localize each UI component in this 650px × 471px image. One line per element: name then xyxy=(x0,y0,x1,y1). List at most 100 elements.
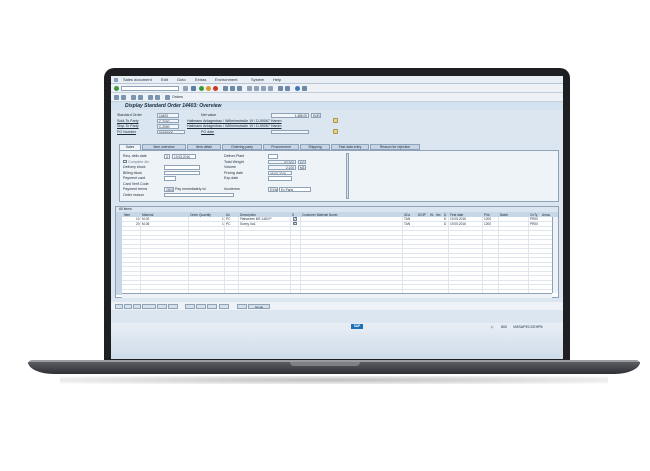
req-deliv-date-format[interactable]: D xyxy=(164,154,170,159)
table-horizontal-scrollbar[interactable] xyxy=(122,293,552,298)
orders-button[interactable]: Orders xyxy=(172,95,183,99)
total-weight-unit[interactable]: KG xyxy=(298,159,306,164)
configure-button[interactable] xyxy=(168,303,178,309)
sold-to-party-field[interactable]: C-2000 xyxy=(157,118,179,123)
po-date-field[interactable] xyxy=(271,129,309,134)
menu-edit[interactable]: Edit xyxy=(161,77,168,82)
table-vertical-scrollbar[interactable] xyxy=(552,217,558,293)
payment-terms-code[interactable]: ZB01 xyxy=(164,187,174,192)
standard-order-field[interactable]: 14403 xyxy=(157,113,179,118)
col-order-quantity[interactable]: Order Quantity xyxy=(190,213,211,217)
next-page-icon[interactable] xyxy=(261,85,266,91)
delivery-block-select[interactable] xyxy=(164,165,200,170)
document-flow-icon[interactable] xyxy=(148,94,153,100)
header-details-icon[interactable] xyxy=(131,94,136,100)
col-first-date[interactable]: First date xyxy=(450,213,463,217)
history-icon[interactable] xyxy=(183,85,188,91)
col-batch[interactable]: Batch xyxy=(500,213,508,217)
configuration-button[interactable] xyxy=(196,303,206,309)
play-icon[interactable]: ▷ xyxy=(491,325,494,329)
po-number-label[interactable]: PO Number xyxy=(117,130,136,134)
find-icon[interactable] xyxy=(230,85,235,91)
menu-goto[interactable]: Goto xyxy=(177,77,186,82)
sold-to-detail-icon[interactable] xyxy=(333,118,338,123)
col-itm[interactable]: Itm xyxy=(436,213,440,217)
col-item[interactable]: Item xyxy=(124,213,130,217)
cell-s-checkbox[interactable] xyxy=(293,217,297,221)
menu-help[interactable]: Help xyxy=(273,77,281,82)
col-description[interactable]: Description xyxy=(240,213,256,217)
complete-delivery-checkbox[interactable] xyxy=(123,159,127,163)
cancel-icon[interactable] xyxy=(213,85,218,91)
display-doc-icon[interactable] xyxy=(114,94,119,100)
net-value-field[interactable]: 1.485,00 xyxy=(271,113,309,118)
col-hl[interactable]: HL xyxy=(430,213,434,217)
sold-to-party-name[interactable]: Hallmann Anlagenbau / Wilhelmstraße 19 /… xyxy=(187,119,281,123)
currency-field[interactable]: EUR xyxy=(311,113,321,118)
po-date-label[interactable]: PO date xyxy=(201,130,214,134)
group-icon-button[interactable] xyxy=(237,303,247,309)
shortcut-icon[interactable] xyxy=(285,85,290,91)
window-menu-icon[interactable] xyxy=(114,77,118,82)
payment-card-field[interactable] xyxy=(164,176,176,181)
volume-field[interactable]: 2,100 xyxy=(268,165,296,170)
orders-icon[interactable] xyxy=(165,94,170,100)
last-page-icon[interactable] xyxy=(268,85,273,91)
billing-block-select[interactable] xyxy=(164,170,200,175)
select-all-button[interactable] xyxy=(124,303,132,309)
find-next-icon[interactable] xyxy=(237,85,242,91)
print-icon[interactable] xyxy=(223,85,228,91)
menu-environment[interactable]: Environment xyxy=(215,77,237,82)
menu-system[interactable]: System xyxy=(251,77,264,82)
col-cnty[interactable]: CnTy xyxy=(530,213,537,217)
item-details-button[interactable] xyxy=(115,303,123,309)
deselect-all-button[interactable] xyxy=(133,303,141,309)
new-session-icon[interactable] xyxy=(278,85,283,91)
help-icon[interactable] xyxy=(295,85,300,91)
save-icon[interactable] xyxy=(191,85,196,91)
pricing-date-field[interactable]: 09.05.2016 xyxy=(268,170,292,175)
sold-to-party-label[interactable]: Sold-To Party xyxy=(117,119,139,123)
back-icon[interactable] xyxy=(199,85,204,91)
volume-unit[interactable]: M3 xyxy=(298,165,306,170)
item-details-icon[interactable] xyxy=(138,94,143,100)
col-plant[interactable]: Plnt xyxy=(484,213,490,217)
exp-date-field[interactable] xyxy=(268,176,292,181)
menu-sales-document[interactable]: Sales document xyxy=(123,77,152,82)
po-number-field[interactable]: 50488400 xyxy=(157,129,185,134)
col-material[interactable]: Material xyxy=(142,213,153,217)
col-amount[interactable]: Amou xyxy=(542,213,550,217)
schedule-button[interactable] xyxy=(207,303,217,309)
filter-button[interactable] xyxy=(157,303,167,309)
ship-to-party-label[interactable]: Ship-To Party xyxy=(117,124,139,128)
layout-menu-icon[interactable] xyxy=(302,85,307,91)
panel-scrollbar[interactable] xyxy=(346,153,349,199)
menu-extras[interactable]: Extras xyxy=(195,77,206,82)
more-button[interactable] xyxy=(219,303,229,309)
po-attachment-icon[interactable] xyxy=(333,129,338,134)
table-row[interactable] xyxy=(122,285,554,290)
pricing-button[interactable] xyxy=(185,303,195,309)
order-reason-select[interactable] xyxy=(164,192,234,197)
enter-icon[interactable] xyxy=(114,85,119,91)
col-unit[interactable]: Un xyxy=(226,213,230,217)
incoterms-text[interactable]: Ex Parts xyxy=(279,187,311,192)
exit-icon[interactable] xyxy=(206,85,211,91)
previous-page-icon[interactable] xyxy=(254,85,259,91)
header-icon[interactable] xyxy=(121,94,126,100)
total-weight-field[interactable]: 82,500 xyxy=(268,159,296,164)
ship-to-party-field[interactable]: C-2000 xyxy=(157,124,179,129)
cell-s-checkbox[interactable] xyxy=(293,221,297,225)
col-customer-material[interactable]: Customer Material Numb xyxy=(302,213,337,217)
deliver-plant-field[interactable] xyxy=(268,154,278,159)
col-dgip[interactable]: DGIP xyxy=(418,213,426,217)
status-overview-icon[interactable] xyxy=(155,94,160,100)
col-itca[interactable]: ItCa xyxy=(404,213,410,217)
group-button[interactable]: Group xyxy=(248,303,270,309)
col-d[interactable]: D xyxy=(444,213,446,217)
ship-to-party-name[interactable]: Hallmann Anlagenbau / Wilhelmstraße 19 /… xyxy=(187,124,281,128)
command-field[interactable] xyxy=(121,85,179,91)
sort-button[interactable] xyxy=(142,303,156,309)
req-deliv-date-field[interactable]: 19.05.2016 xyxy=(172,154,196,159)
first-page-icon[interactable] xyxy=(247,85,252,91)
